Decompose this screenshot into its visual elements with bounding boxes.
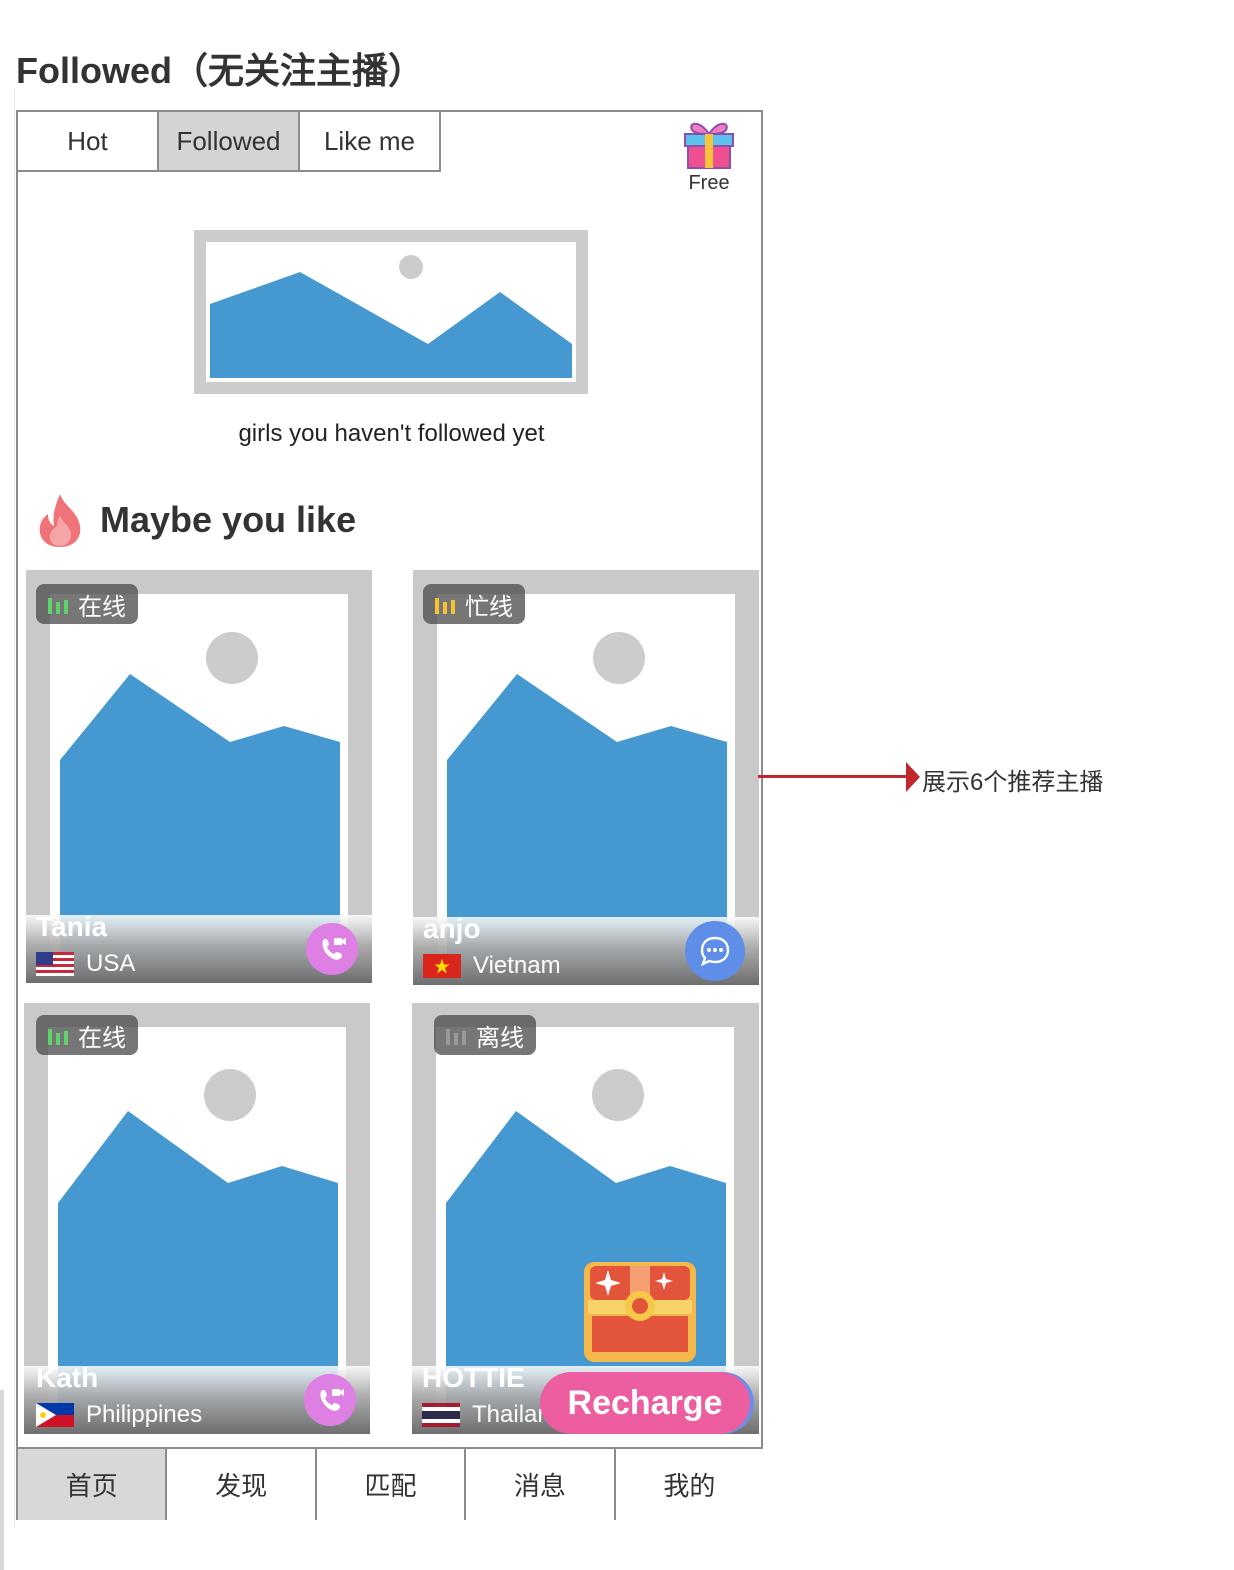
country-label: Vietnam <box>473 952 561 979</box>
gift-label: Free <box>688 172 730 194</box>
nav-messages[interactable]: 消息 <box>466 1449 616 1520</box>
video-call-icon <box>320 1389 344 1411</box>
signal-bars-icon <box>435 598 455 614</box>
fire-icon <box>39 494 81 547</box>
country-label: Philippines <box>86 1401 203 1428</box>
tab-bar: Hot Followed Like me <box>18 112 441 172</box>
status-badge: 在线 <box>36 1015 138 1055</box>
signal-bars-icon <box>48 598 68 614</box>
host-card[interactable]: 忙线 anjo Vietnam <box>413 570 759 985</box>
card-footer: Kath Philippines <box>24 1362 370 1434</box>
status-badge: 在线 <box>36 584 138 624</box>
nav-home[interactable]: 首页 <box>18 1449 168 1520</box>
philippines-flag-icon <box>36 1403 74 1427</box>
treasure-chest-icon[interactable] <box>580 1260 700 1364</box>
host-card[interactable]: 在线 Kath Philippines <box>24 1003 370 1434</box>
nav-match[interactable]: 匹配 <box>316 1449 467 1520</box>
section-header: Maybe you like <box>34 490 356 550</box>
tab-followed[interactable]: Followed <box>159 112 300 172</box>
free-gift-button[interactable]: Free <box>680 118 738 194</box>
bottom-nav: 首页 发现 匹配 消息 我的 <box>18 1447 764 1520</box>
video-call-button[interactable] <box>304 1374 356 1426</box>
chat-button[interactable] <box>685 921 745 981</box>
host-country: Philippines <box>36 1400 202 1430</box>
chat-icon <box>700 936 730 967</box>
thailand-flag-icon <box>422 1403 460 1427</box>
country-label: USA <box>86 950 136 977</box>
phone-frame: Hot Followed Like me Free girls you have… <box>16 110 764 1520</box>
annotation-text: 展示6个推荐主播 <box>922 769 1104 796</box>
tab-like-me[interactable]: Like me <box>300 112 441 172</box>
signal-bars-icon <box>48 1029 68 1045</box>
status-label: 在线 <box>78 1024 126 1052</box>
usa-flag-icon <box>36 952 74 976</box>
annotation-callout: 展示6个推荐主播 <box>758 762 1158 796</box>
video-call-icon <box>322 938 346 960</box>
host-name: HOTTIE <box>422 1362 525 1393</box>
video-call-button[interactable] <box>306 923 358 975</box>
annotation-arrow-line <box>758 775 906 778</box>
nav-me[interactable]: 我的 <box>615 1449 764 1520</box>
status-label: 离线 <box>476 1024 524 1052</box>
host-name: anjo <box>423 913 481 944</box>
host-country: USA <box>36 949 135 979</box>
status-label: 忙线 <box>465 593 513 621</box>
host-country: Vietnam <box>423 951 561 981</box>
left-guide-line <box>14 88 15 1528</box>
nav-discover[interactable]: 发现 <box>167 1449 317 1520</box>
host-name: Tania <box>36 911 108 942</box>
vietnam-flag-icon <box>423 954 461 978</box>
recharge-button[interactable]: Recharge <box>540 1372 750 1434</box>
status-badge: 离线 <box>434 1015 536 1055</box>
scroll-marker <box>0 1390 4 1570</box>
card-footer: anjo Vietnam <box>413 913 759 985</box>
empty-state-message: girls you haven't followed yet <box>238 420 545 447</box>
host-name: Kath <box>36 1362 99 1393</box>
host-card[interactable]: 离线 HOTTIE Thailand <box>412 1003 759 1434</box>
tab-hot[interactable]: Hot <box>18 112 159 172</box>
status-badge: 忙线 <box>423 584 525 624</box>
gift-icon <box>684 122 734 169</box>
arrow-right-icon <box>906 762 920 792</box>
page-title: Followed（无关注主播） <box>16 50 424 91</box>
card-footer: Tania USA <box>26 911 372 983</box>
signal-bars-icon <box>446 1029 466 1045</box>
host-card[interactable]: 在线 Tania USA <box>26 570 372 983</box>
section-title: Maybe you like <box>100 499 357 540</box>
status-label: 在线 <box>78 593 126 621</box>
image-placeholder-icon <box>194 230 588 394</box>
